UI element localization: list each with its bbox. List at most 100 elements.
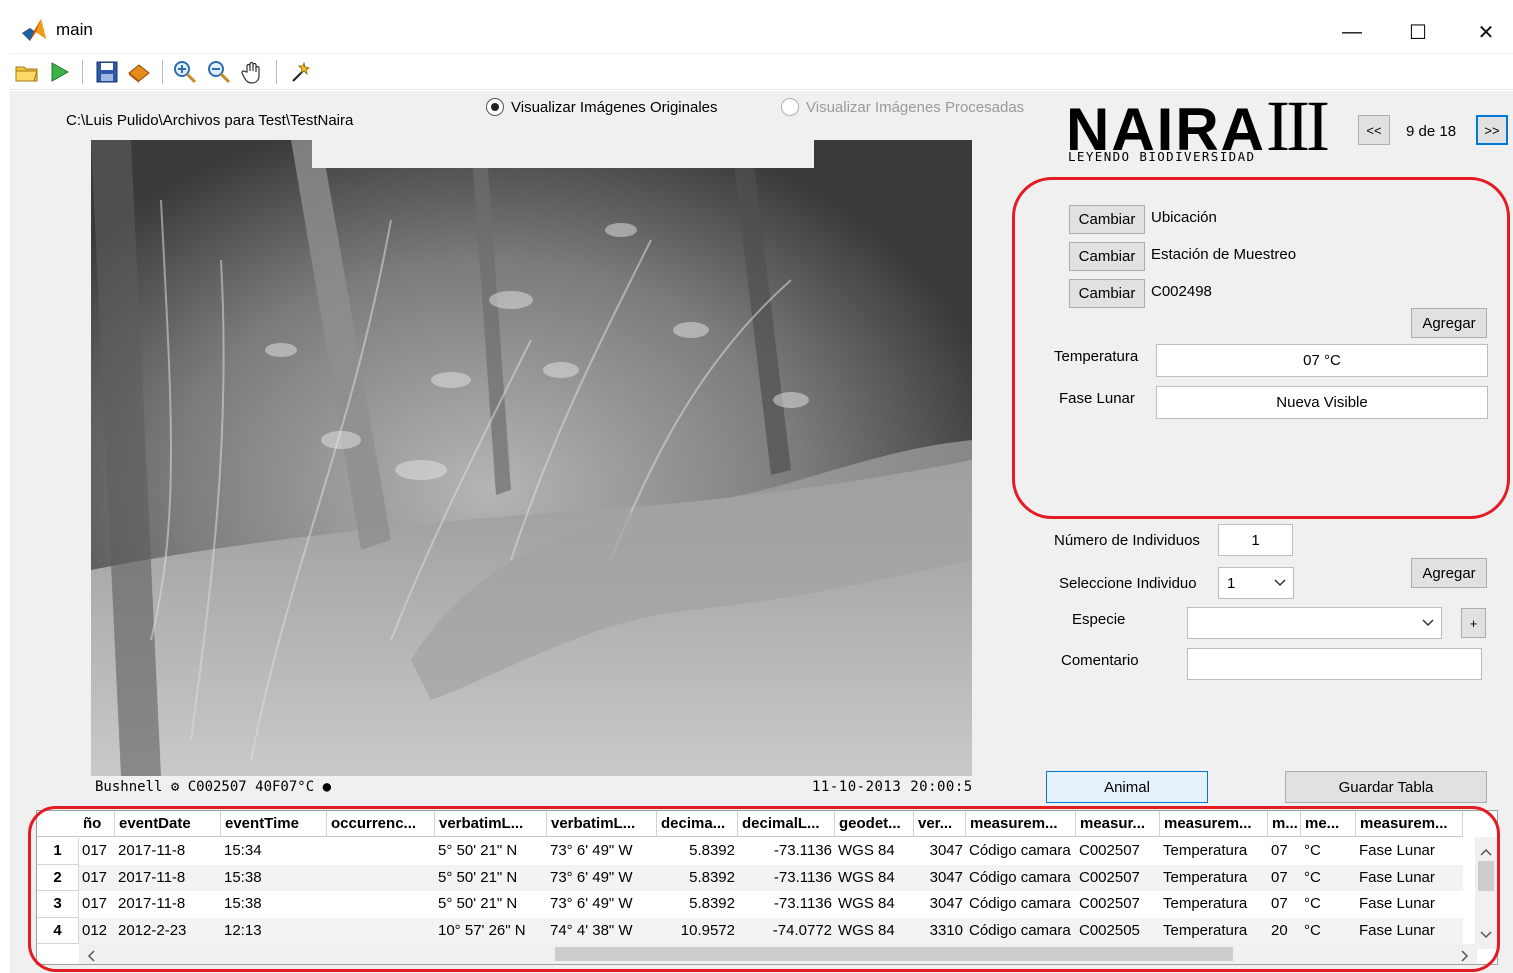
chevron-left-icon[interactable] xyxy=(87,949,95,964)
print-icon[interactable] xyxy=(126,59,152,85)
table-cell[interactable]: Fase Lunar xyxy=(1356,864,1463,891)
open-folder-icon[interactable] xyxy=(14,59,40,85)
chevron-right-icon[interactable] xyxy=(1461,949,1469,964)
table-cell[interactable]: Código camara xyxy=(966,891,1076,918)
table-cell[interactable]: 3310 xyxy=(914,917,966,944)
table-cell[interactable]: 73° 6' 49" W xyxy=(547,864,657,891)
table-cell[interactable] xyxy=(327,838,435,865)
column-header[interactable]: ño xyxy=(79,811,115,837)
minimize-button[interactable]: — xyxy=(1322,16,1382,48)
table-cell[interactable] xyxy=(327,891,435,918)
table-cell[interactable]: 2017-11-8 xyxy=(115,891,221,918)
zoom-in-icon[interactable] xyxy=(172,59,198,85)
vertical-scrollbar[interactable] xyxy=(1475,837,1497,949)
change-station-button[interactable]: Cambiar xyxy=(1069,242,1145,271)
column-header[interactable]: measurem... xyxy=(1160,811,1268,837)
table-cell[interactable]: 74° 4' 38" W xyxy=(547,917,657,944)
table-row[interactable]: 3 017 2017-11-8 15:38 5° 50' 21" N 73° 6… xyxy=(37,891,1463,918)
table-cell[interactable]: 07 xyxy=(1268,891,1301,918)
column-header[interactable]: decimalL... xyxy=(738,811,835,837)
table-cell[interactable]: 07 xyxy=(1268,838,1301,865)
column-header[interactable]: verbatimL... xyxy=(435,811,547,837)
table-cell[interactable]: °C xyxy=(1301,864,1356,891)
column-header[interactable]: measurem... xyxy=(1356,811,1463,837)
table-cell[interactable]: Código camara xyxy=(966,917,1076,944)
pan-hand-icon[interactable] xyxy=(240,59,266,85)
table-cell[interactable]: 012 xyxy=(79,917,115,944)
add-species-button[interactable]: + xyxy=(1461,608,1486,638)
table-cell[interactable] xyxy=(327,864,435,891)
chevron-down-icon[interactable] xyxy=(1480,926,1492,943)
table-cell[interactable]: 73° 6' 49" W xyxy=(547,838,657,865)
table-cell[interactable]: 15:34 xyxy=(221,838,327,865)
vertical-scroll-thumb[interactable] xyxy=(1478,861,1494,891)
table-cell[interactable]: Fase Lunar xyxy=(1356,838,1463,865)
table-cell[interactable]: WGS 84 xyxy=(835,891,914,918)
table-cell[interactable]: C002505 xyxy=(1076,917,1160,944)
table-cell[interactable]: 5.8392 xyxy=(657,864,738,891)
column-header[interactable]: ver... xyxy=(914,811,966,837)
maximize-button[interactable]: ☐ xyxy=(1388,16,1448,48)
table-cell[interactable]: Temperatura xyxy=(1160,917,1268,944)
table-cell[interactable]: 3047 xyxy=(914,864,966,891)
species-dropdown[interactable] xyxy=(1187,607,1442,639)
previous-image-button[interactable]: << xyxy=(1358,115,1390,145)
table-cell[interactable]: 10.9572 xyxy=(657,917,738,944)
temperature-field[interactable]: 07 °C xyxy=(1156,344,1488,377)
horizontal-scroll-thumb[interactable] xyxy=(555,947,1233,961)
animal-button[interactable]: Animal xyxy=(1046,771,1208,803)
column-header[interactable]: geodet... xyxy=(835,811,914,837)
table-cell[interactable]: C002507 xyxy=(1076,891,1160,918)
table-cell[interactable]: 15:38 xyxy=(221,864,327,891)
table-cell[interactable]: WGS 84 xyxy=(835,917,914,944)
view-processed-radio[interactable]: Visualizar Imágenes Procesadas xyxy=(781,98,1024,116)
table-cell[interactable]: °C xyxy=(1301,838,1356,865)
table-cell[interactable]: -73.1136 xyxy=(738,891,835,918)
column-header[interactable]: eventTime xyxy=(221,811,327,837)
table-row[interactable]: 2 017 2017-11-8 15:38 5° 50' 21" N 73° 6… xyxy=(37,864,1463,891)
moon-phase-field[interactable]: Nueva Visible xyxy=(1156,386,1488,419)
table-cell[interactable]: -73.1136 xyxy=(738,864,835,891)
change-camera-button[interactable]: Cambiar xyxy=(1069,279,1145,308)
table-cell[interactable]: 73° 6' 49" W xyxy=(547,891,657,918)
run-icon[interactable] xyxy=(46,59,72,85)
column-header[interactable]: m... xyxy=(1268,811,1301,837)
table-cell[interactable]: Código camara xyxy=(966,864,1076,891)
table-cell[interactable]: 5.8392 xyxy=(657,891,738,918)
table-cell[interactable]: Código camara xyxy=(966,838,1076,865)
view-original-radio[interactable]: Visualizar Imágenes Originales xyxy=(486,98,718,116)
zoom-out-icon[interactable] xyxy=(206,59,232,85)
table-cell[interactable]: 2012-2-23 xyxy=(115,917,221,944)
add-metadata-button[interactable]: Agregar xyxy=(1411,308,1487,338)
table-cell[interactable]: 20 xyxy=(1268,917,1301,944)
add-individual-button[interactable]: Agregar xyxy=(1411,558,1487,588)
table-cell[interactable]: WGS 84 xyxy=(835,838,914,865)
table-row[interactable]: 1 017 2017-11-8 15:34 5° 50' 21" N 73° 6… xyxy=(37,838,1463,865)
table-cell[interactable]: Temperatura xyxy=(1160,891,1268,918)
table-cell[interactable]: 5° 50' 21" N xyxy=(435,838,547,865)
change-location-button[interactable]: Cambiar xyxy=(1069,205,1145,234)
column-header[interactable]: measur... xyxy=(1076,811,1160,837)
column-header[interactable]: verbatimL... xyxy=(547,811,657,837)
table-cell[interactable]: 2017-11-8 xyxy=(115,864,221,891)
table-cell[interactable]: -73.1136 xyxy=(738,838,835,865)
table-cell[interactable]: 017 xyxy=(79,838,115,865)
table-cell[interactable]: °C xyxy=(1301,891,1356,918)
select-individual-dropdown[interactable]: 1 xyxy=(1218,567,1294,599)
next-image-button[interactable]: >> xyxy=(1476,115,1508,145)
table-cell[interactable]: C002507 xyxy=(1076,838,1160,865)
table-cell[interactable]: 017 xyxy=(79,864,115,891)
save-icon[interactable] xyxy=(94,59,120,85)
table-cell[interactable]: -74.0772 xyxy=(738,917,835,944)
table-cell[interactable] xyxy=(327,917,435,944)
chevron-up-icon[interactable] xyxy=(1480,843,1492,860)
column-header[interactable]: eventDate xyxy=(115,811,221,837)
table-cell[interactable]: Fase Lunar xyxy=(1356,891,1463,918)
horizontal-scrollbar[interactable] xyxy=(79,944,1477,964)
table-cell[interactable]: °C xyxy=(1301,917,1356,944)
table-row[interactable]: 4 012 2012-2-23 12:13 10° 57' 26" N 74° … xyxy=(37,917,1463,944)
camera-trap-image[interactable] xyxy=(91,140,972,776)
table-cell[interactable]: 3047 xyxy=(914,838,966,865)
table-cell[interactable]: 12:13 xyxy=(221,917,327,944)
column-header[interactable]: occurrenc... xyxy=(327,811,435,837)
